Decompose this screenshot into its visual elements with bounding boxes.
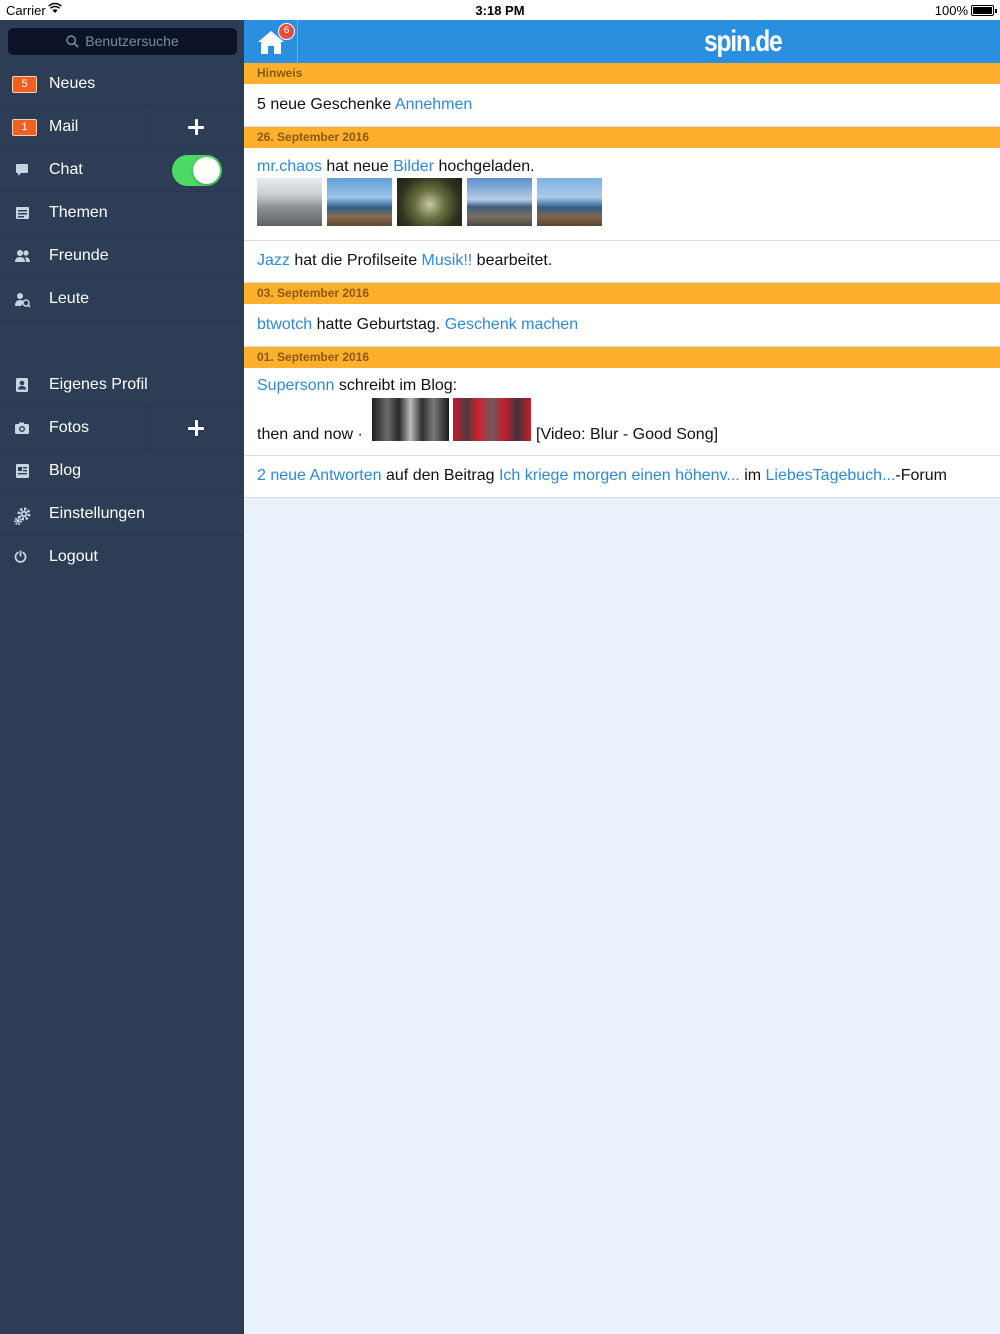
sidebar-item-einstellungen[interactable]: Einstellungen bbox=[0, 493, 244, 536]
spin-logo: spin.de bbox=[704, 25, 783, 58]
entry-text: hat neue bbox=[326, 158, 389, 175]
battery-percentage: 100% bbox=[934, 3, 968, 18]
sidebar-item-label: Chat bbox=[49, 161, 83, 178]
gear-icon bbox=[12, 506, 38, 525]
notification-badge: 6 bbox=[278, 23, 295, 40]
sidebar-item-label: Mail bbox=[49, 118, 79, 135]
entry-text: im bbox=[744, 467, 762, 484]
entry-text: bearbeitet. bbox=[476, 252, 553, 269]
user-link[interactable]: btwotch bbox=[257, 316, 312, 333]
sidebar-item-label: Einstellungen bbox=[49, 505, 146, 522]
friends-icon bbox=[12, 248, 38, 266]
top-bar: 6 spin.de bbox=[244, 20, 1000, 63]
sidebar-item-mail[interactable]: 1 Mail bbox=[0, 106, 244, 149]
sidebar-item-label: Themen bbox=[49, 204, 108, 221]
sidebar-item-themen[interactable]: Themen bbox=[0, 192, 244, 235]
photo-thumbnail[interactable] bbox=[257, 178, 322, 226]
activity-feed: Hinweis 5 neue Geschenke Annehmen 26. Se… bbox=[244, 63, 1000, 498]
mail-count-badge: 1 bbox=[12, 119, 37, 136]
people-search-icon bbox=[12, 291, 38, 309]
toggle-knob bbox=[193, 157, 220, 184]
profile-card-icon bbox=[12, 377, 38, 395]
entry-text: hat die Profilseite bbox=[294, 252, 418, 269]
sidebar-item-label: Logout bbox=[49, 548, 98, 565]
sidebar-item-blog[interactable]: Blog bbox=[0, 450, 244, 493]
video-caption: [Video: Blur - Good Song] bbox=[536, 426, 719, 443]
entry-text: hochgeladen. bbox=[438, 158, 535, 175]
forum-link[interactable]: LiebesTagebuch... bbox=[766, 467, 896, 484]
sidebar-item-label: Eigenes Profil bbox=[49, 376, 148, 393]
sidebar-item-fotos[interactable]: Fotos bbox=[0, 407, 244, 450]
camera-icon bbox=[12, 420, 38, 438]
hint-row: 5 neue Geschenke Annehmen bbox=[244, 84, 1000, 127]
user-search-input[interactable]: Benutzersuche bbox=[8, 28, 237, 55]
sidebar-item-label: Neues bbox=[49, 75, 96, 92]
sidebar-item-neues[interactable]: 5 Neues bbox=[0, 63, 244, 106]
new-mail-button[interactable] bbox=[146, 106, 244, 149]
photo-thumbnail[interactable] bbox=[397, 178, 462, 226]
user-link[interactable]: Supersonn bbox=[257, 377, 334, 394]
feed-entry-blog: Supersonn schreibt im Blog: then and now… bbox=[244, 368, 1000, 456]
entry-text: auf den Beitrag bbox=[386, 467, 495, 484]
accept-gifts-link[interactable]: Annehmen bbox=[395, 96, 472, 113]
entry-text: schreibt im Blog: bbox=[338, 377, 458, 394]
forum-list-icon bbox=[12, 205, 38, 223]
blog-icon bbox=[12, 463, 38, 481]
feed-entry-profile: Jazz hat die Profilseite Musik!! bearbei… bbox=[244, 241, 1000, 283]
search-placeholder: Benutzersuche bbox=[85, 33, 179, 49]
sidebar-item-label: Leute bbox=[49, 290, 90, 307]
clock: 3:18 PM bbox=[475, 3, 525, 18]
post-link[interactable]: Ich kriege morgen einen höhenv... bbox=[499, 467, 740, 484]
status-bar: Carrier 3:18 PM 100% bbox=[0, 0, 1000, 20]
user-link[interactable]: Jazz bbox=[257, 252, 290, 269]
sidebar-item-eigenes-profil[interactable]: Eigenes Profil bbox=[0, 364, 244, 407]
home-button[interactable]: 6 bbox=[244, 20, 298, 63]
hint-text: 5 neue Geschenke bbox=[257, 96, 392, 113]
chat-bubble-icon bbox=[12, 162, 38, 180]
blog-title[interactable]: then and now · bbox=[257, 426, 363, 443]
new-replies-link[interactable]: 2 neue Antworten bbox=[257, 467, 382, 484]
video-thumbnail[interactable] bbox=[453, 398, 531, 441]
feed-entry-birthday: btwotch hatte Geburtstag. Geschenk mache… bbox=[244, 304, 1000, 347]
battery-icon bbox=[971, 5, 997, 16]
sidebar-item-label: Fotos bbox=[49, 419, 90, 436]
sidebar-item-label: Blog bbox=[49, 462, 82, 479]
photo-thumbnail[interactable] bbox=[327, 178, 392, 226]
section-header-date: 26. September 2016 bbox=[244, 127, 1000, 148]
sidebar: Benutzersuche 5 Neues 1 Mail Chat Themen… bbox=[0, 20, 244, 1334]
profile-page-link[interactable]: Musik!! bbox=[422, 252, 473, 269]
photo-thumbnail[interactable] bbox=[467, 178, 532, 226]
sidebar-item-chat[interactable]: Chat bbox=[0, 149, 244, 192]
chat-toggle[interactable] bbox=[172, 155, 222, 186]
search-icon bbox=[66, 35, 79, 48]
video-thumbnail[interactable] bbox=[372, 398, 449, 441]
user-link[interactable]: mr.chaos bbox=[257, 158, 322, 175]
section-header-date: 03. September 2016 bbox=[244, 283, 1000, 304]
upload-photo-button[interactable] bbox=[146, 407, 244, 450]
feed-entry-photos: mr.chaos hat neue Bilder hochgeladen. bbox=[244, 148, 1000, 241]
photo-thumbnail[interactable] bbox=[537, 178, 602, 226]
give-gift-link[interactable]: Geschenk machen bbox=[445, 316, 578, 333]
entry-text: -Forum bbox=[895, 467, 947, 484]
feed-entry-forum: 2 neue Antworten auf den Beitrag Ich kri… bbox=[244, 456, 1000, 498]
entry-text: hatte Geburtstag. bbox=[316, 316, 441, 333]
power-icon bbox=[12, 549, 38, 567]
neues-count-badge: 5 bbox=[12, 76, 37, 93]
section-header-hinweis: Hinweis bbox=[244, 63, 1000, 84]
section-header-date: 01. September 2016 bbox=[244, 347, 1000, 368]
sidebar-item-leute[interactable]: Leute bbox=[0, 278, 244, 321]
sidebar-item-logout[interactable]: Logout bbox=[0, 536, 244, 579]
sidebar-item-label: Freunde bbox=[49, 247, 109, 264]
photos-link[interactable]: Bilder bbox=[393, 158, 434, 175]
sidebar-item-freunde[interactable]: Freunde bbox=[0, 235, 244, 278]
